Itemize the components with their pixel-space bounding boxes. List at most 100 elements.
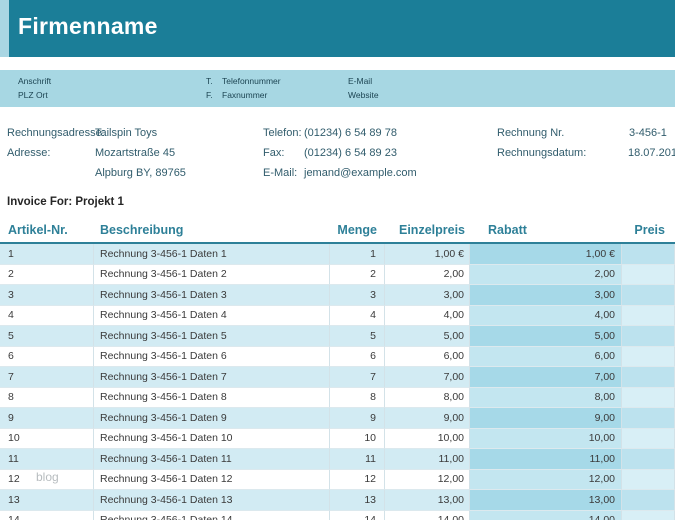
cell-nr[interactable]: 5 (0, 326, 94, 347)
cell-desc[interactable]: Rechnung 3-456-1 Daten 13 (94, 490, 330, 511)
cell-einzelpreis[interactable]: 2,00 (385, 265, 470, 286)
cell-nr[interactable]: 7 (0, 367, 94, 388)
cell-desc[interactable]: Rechnung 3-456-1 Daten 12 (94, 470, 330, 491)
col-header-einzelpreis[interactable]: Einzelpreis (385, 217, 470, 242)
cell-preis[interactable] (622, 429, 675, 450)
cell-preis[interactable] (622, 388, 675, 409)
cell-rabatt[interactable]: 7,00 (470, 367, 622, 388)
band-anschrift-label: Anschrift (18, 76, 51, 86)
cell-einzelpreis[interactable]: 1,00 € (385, 244, 470, 265)
cell-desc[interactable]: Rechnung 3-456-1 Daten 5 (94, 326, 330, 347)
cell-nr[interactable]: 1 (0, 244, 94, 265)
cell-rabatt[interactable]: 5,00 (470, 326, 622, 347)
cell-preis[interactable] (622, 285, 675, 306)
cell-preis[interactable] (622, 470, 675, 491)
col-header-beschreibung[interactable]: Beschreibung (94, 217, 330, 242)
cell-einzelpreis[interactable]: 8,00 (385, 388, 470, 409)
cell-rabatt[interactable]: 10,00 (470, 429, 622, 450)
cell-nr[interactable]: 10 (0, 429, 94, 450)
cell-preis[interactable] (622, 449, 675, 470)
cell-preis[interactable] (622, 306, 675, 327)
page-header: Firmenname (0, 0, 675, 57)
cell-menge[interactable]: 2 (330, 265, 385, 286)
cell-desc[interactable]: Rechnung 3-456-1 Daten 9 (94, 408, 330, 429)
cell-menge[interactable]: 10 (330, 429, 385, 450)
cell-nr[interactable]: 14 (0, 511, 94, 520)
cell-menge[interactable]: 13 (330, 490, 385, 511)
cell-nr[interactable]: 11 (0, 449, 94, 470)
cell-einzelpreis[interactable]: 7,00 (385, 367, 470, 388)
cell-desc[interactable]: Rechnung 3-456-1 Daten 3 (94, 285, 330, 306)
cell-preis[interactable] (622, 490, 675, 511)
cell-rabatt[interactable]: 12,00 (470, 470, 622, 491)
band-plz-ort-label: PLZ Ort (18, 90, 48, 100)
cell-menge[interactable]: 11 (330, 449, 385, 470)
cell-preis[interactable] (622, 265, 675, 286)
table-row: 11Rechnung 3-456-1 Daten 111111,0011,00 (0, 449, 675, 470)
cell-menge[interactable]: 14 (330, 511, 385, 520)
cell-menge[interactable]: 9 (330, 408, 385, 429)
table-body: 1Rechnung 3-456-1 Daten 111,00 €1,00 €2R… (0, 244, 675, 520)
cell-rabatt[interactable]: 8,00 (470, 388, 622, 409)
cell-rabatt[interactable]: 6,00 (470, 347, 622, 368)
cell-menge[interactable]: 12 (330, 470, 385, 491)
cell-nr[interactable]: 4 (0, 306, 94, 327)
cell-einzelpreis[interactable]: 4,00 (385, 306, 470, 327)
cell-preis[interactable] (622, 244, 675, 265)
cell-desc[interactable]: Rechnung 3-456-1 Daten 4 (94, 306, 330, 327)
cell-menge[interactable]: 3 (330, 285, 385, 306)
cell-einzelpreis[interactable]: 13,00 (385, 490, 470, 511)
cell-desc[interactable]: Rechnung 3-456-1 Daten 8 (94, 388, 330, 409)
cell-nr[interactable]: 13 (0, 490, 94, 511)
cell-menge[interactable]: 8 (330, 388, 385, 409)
cell-nr[interactable]: 6 (0, 347, 94, 368)
cell-rabatt[interactable]: 2,00 (470, 265, 622, 286)
cell-menge[interactable]: 7 (330, 367, 385, 388)
cell-preis[interactable] (622, 408, 675, 429)
col-header-artikel-nr[interactable]: Artikel-Nr. (0, 217, 94, 242)
cell-einzelpreis[interactable]: 6,00 (385, 347, 470, 368)
cell-rabatt[interactable]: 9,00 (470, 408, 622, 429)
table-row: 13Rechnung 3-456-1 Daten 131313,0013,00 (0, 490, 675, 511)
cell-nr[interactable]: 3 (0, 285, 94, 306)
cell-nr[interactable]: 9 (0, 408, 94, 429)
invoice-page: Firmenname Anschrift PLZ Ort T. Telefonn… (0, 0, 675, 520)
cell-einzelpreis[interactable]: 9,00 (385, 408, 470, 429)
cell-desc[interactable]: Rechnung 3-456-1 Daten 7 (94, 367, 330, 388)
cell-menge[interactable]: 6 (330, 347, 385, 368)
cell-rabatt[interactable]: 11,00 (470, 449, 622, 470)
cell-rabatt[interactable]: 4,00 (470, 306, 622, 327)
cell-desc[interactable]: Rechnung 3-456-1 Daten 11 (94, 449, 330, 470)
cell-desc[interactable]: Rechnung 3-456-1 Daten 14 (94, 511, 330, 520)
cell-rabatt[interactable]: 14,00 (470, 511, 622, 520)
cell-einzelpreis[interactable]: 3,00 (385, 285, 470, 306)
cell-preis[interactable] (622, 367, 675, 388)
cell-einzelpreis[interactable]: 14,00 (385, 511, 470, 520)
cell-preis[interactable] (622, 347, 675, 368)
cell-einzelpreis[interactable]: 10,00 (385, 429, 470, 450)
cell-einzelpreis[interactable]: 11,00 (385, 449, 470, 470)
cell-nr[interactable]: 2 (0, 265, 94, 286)
cell-menge[interactable]: 5 (330, 326, 385, 347)
col-header-rabatt[interactable]: Rabatt (470, 217, 622, 242)
cell-desc[interactable]: Rechnung 3-456-1 Daten 10 (94, 429, 330, 450)
cell-desc[interactable]: Rechnung 3-456-1 Daten 1 (94, 244, 330, 265)
table-row: 4Rechnung 3-456-1 Daten 444,004,00 (0, 306, 675, 327)
cell-menge[interactable]: 4 (330, 306, 385, 327)
cell-einzelpreis[interactable]: 12,00 (385, 470, 470, 491)
cell-nr[interactable]: 8 (0, 388, 94, 409)
col-header-menge[interactable]: Menge (330, 217, 385, 242)
cell-menge[interactable]: 1 (330, 244, 385, 265)
cell-einzelpreis[interactable]: 5,00 (385, 326, 470, 347)
cell-preis[interactable] (622, 511, 675, 520)
band-phone-prefix: T. (206, 76, 213, 86)
cell-preis[interactable] (622, 326, 675, 347)
col-header-preis[interactable]: Preis (622, 217, 675, 242)
cell-rabatt[interactable]: 13,00 (470, 490, 622, 511)
cell-desc[interactable]: Rechnung 3-456-1 Daten 6 (94, 347, 330, 368)
address-value-2: Alpburg BY, 89765 (95, 167, 186, 179)
table-row: 8Rechnung 3-456-1 Daten 888,008,00 (0, 388, 675, 409)
cell-rabatt[interactable]: 3,00 (470, 285, 622, 306)
cell-desc[interactable]: Rechnung 3-456-1 Daten 2 (94, 265, 330, 286)
cell-rabatt[interactable]: 1,00 € (470, 244, 622, 265)
